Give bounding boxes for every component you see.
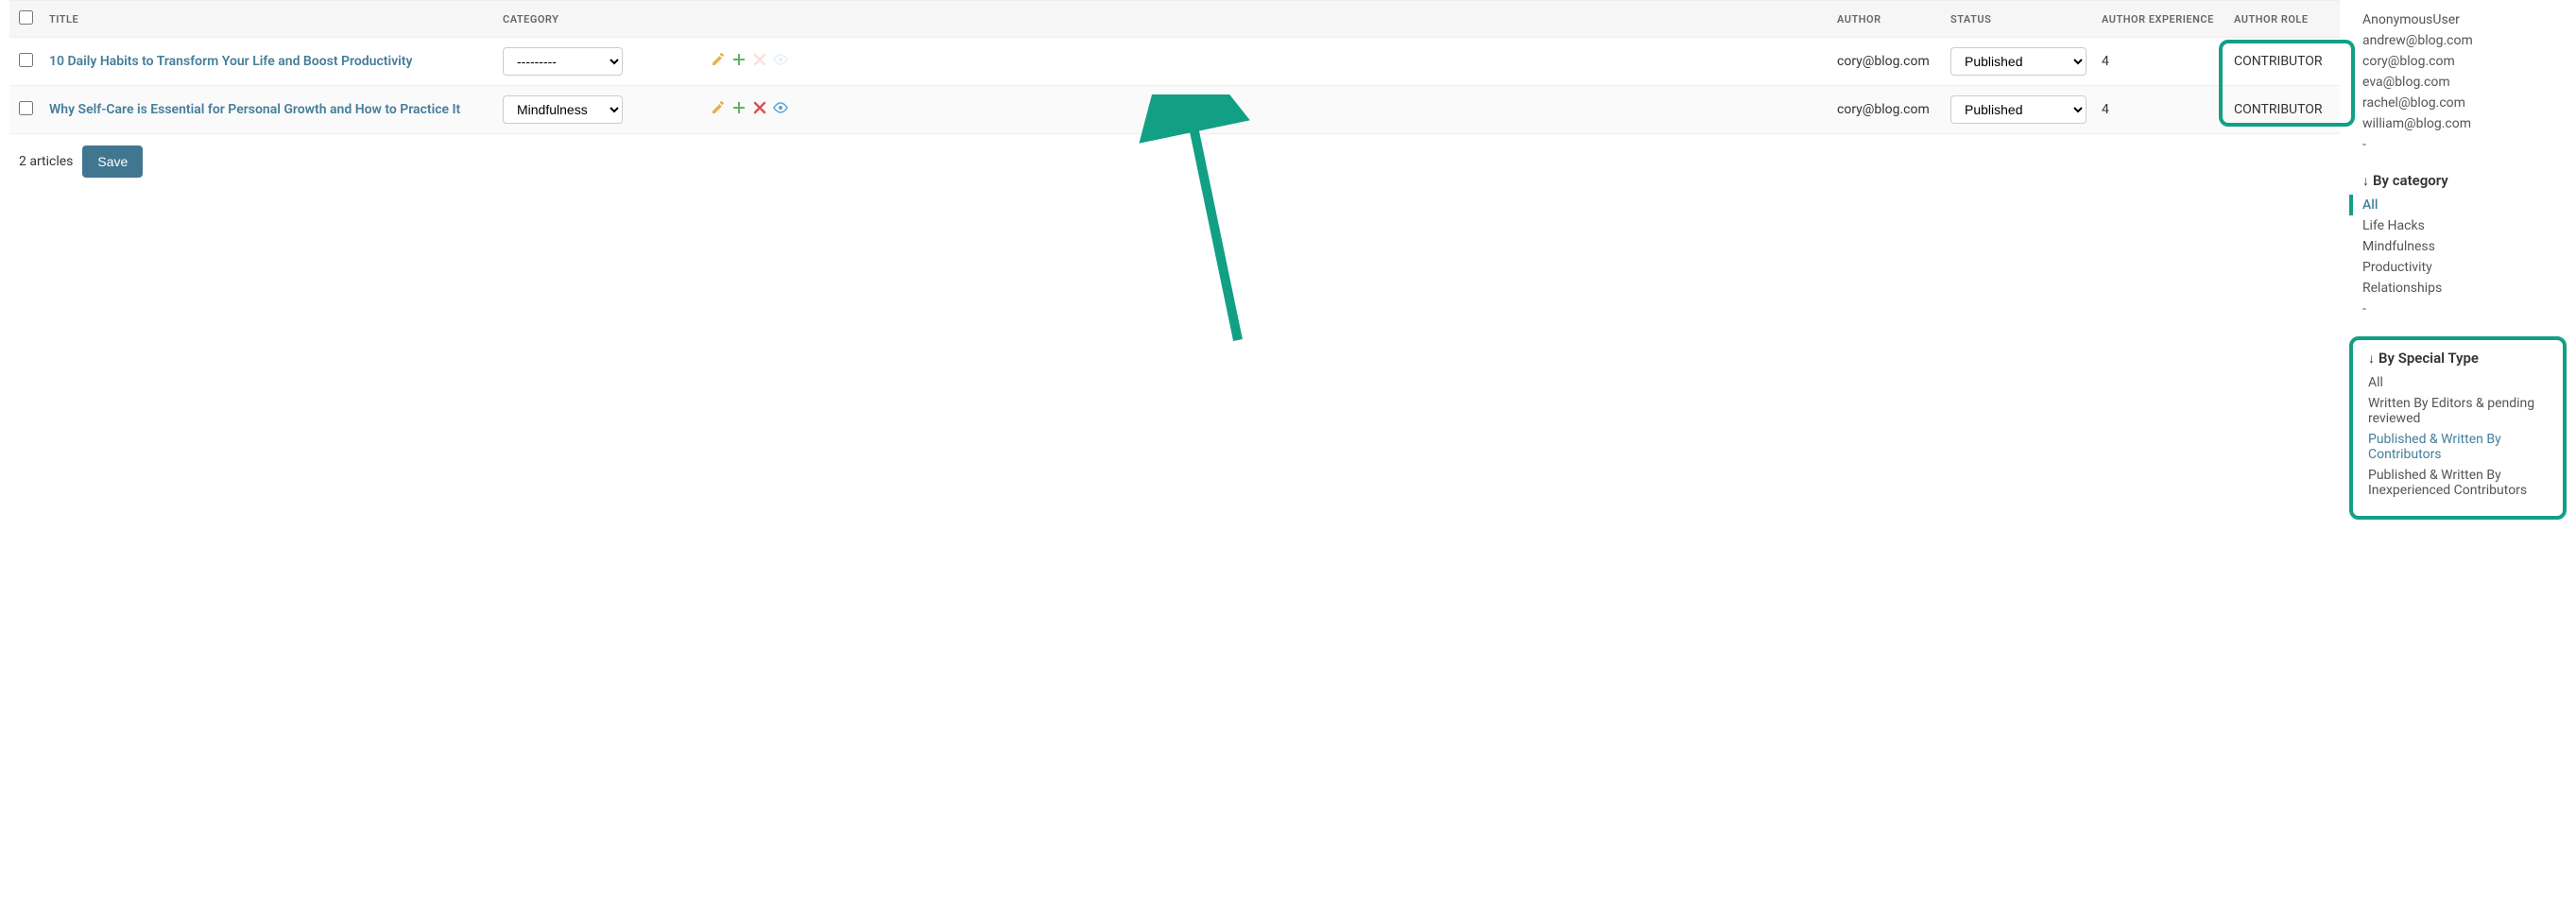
add-icon[interactable] xyxy=(731,52,747,71)
filter-special-item[interactable]: Published & Written By Contributors xyxy=(2368,429,2551,465)
role-column-highlight xyxy=(2219,40,2355,127)
filter-category-block: ↓ By category AllLife HacksMindfulnessPr… xyxy=(2349,172,2567,319)
delete-icon[interactable] xyxy=(752,100,767,119)
view-icon[interactable] xyxy=(773,100,788,119)
save-button[interactable]: Save xyxy=(82,145,143,178)
edit-icon[interactable] xyxy=(711,52,726,71)
filter-category-item[interactable]: Life Hacks xyxy=(2362,215,2567,236)
filter-category-list: AllLife HacksMindfulnessProductivityRela… xyxy=(2362,195,2567,319)
header-category[interactable]: CATEGORY xyxy=(495,1,703,38)
experience-cell: 4 xyxy=(2094,86,2226,134)
article-title-link[interactable]: 10 Daily Habits to Transform Your Life a… xyxy=(49,54,412,69)
table-header-row: TITLE CATEGORY AUTHOR STATUS AUTHOR EXPE… xyxy=(9,1,2340,38)
filter-special-item[interactable]: Written By Editors & pending reviewed xyxy=(2368,393,2551,429)
status-select[interactable]: PublishedDraftPending Review xyxy=(1950,47,2087,76)
filter-author-item[interactable]: AnonymousUser xyxy=(2362,9,2567,30)
filter-category-item[interactable]: All xyxy=(2349,195,2567,215)
filter-special-title-text: By Special Type xyxy=(2379,350,2479,367)
filter-author-item[interactable]: cory@blog.com xyxy=(2362,51,2567,72)
category-select[interactable]: ---------Life HacksMindfulnessProductivi… xyxy=(503,95,623,124)
row-actions xyxy=(711,52,788,71)
filter-category-title-text: By category xyxy=(2373,172,2448,189)
header-experience[interactable]: AUTHOR EXPERIENCE xyxy=(2094,1,2226,38)
filter-special-block: ↓ By Special Type AllWritten By Editors … xyxy=(2364,350,2551,501)
filter-category-item[interactable]: - xyxy=(2362,299,2567,319)
article-title-link[interactable]: Why Self-Care is Essential for Personal … xyxy=(49,102,460,117)
articles-table: TITLE CATEGORY AUTHOR STATUS AUTHOR EXPE… xyxy=(9,0,2340,134)
header-author[interactable]: AUTHOR xyxy=(1829,1,1943,38)
table-body: 10 Daily Habits to Transform Your Life a… xyxy=(9,38,2340,134)
author-cell: cory@blog.com xyxy=(1829,38,1943,86)
filter-author-item[interactable]: eva@blog.com xyxy=(2362,72,2567,93)
header-title[interactable]: TITLE xyxy=(42,1,495,38)
header-status[interactable]: STATUS xyxy=(1943,1,2094,38)
filter-sidebar: AnonymousUserandrew@blog.comcory@blog.co… xyxy=(2349,0,2576,529)
filter-category-item[interactable]: Relationships xyxy=(2362,278,2567,299)
row-actions xyxy=(711,100,788,119)
filter-author-item[interactable]: - xyxy=(2362,134,2567,155)
filter-category-title[interactable]: ↓ By category xyxy=(2362,172,2567,189)
table-row: Why Self-Care is Essential for Personal … xyxy=(9,86,2340,134)
filter-author-item[interactable]: rachel@blog.com xyxy=(2362,93,2567,113)
filter-author-list: AnonymousUserandrew@blog.comcory@blog.co… xyxy=(2362,9,2567,155)
select-all-checkbox[interactable] xyxy=(19,10,33,25)
status-select[interactable]: PublishedDraftPending Review xyxy=(1950,95,2087,124)
row-checkbox[interactable] xyxy=(19,101,33,115)
filter-category-item[interactable]: Productivity xyxy=(2362,257,2567,278)
chevron-down-icon: ↓ xyxy=(2362,173,2369,189)
table-row: 10 Daily Habits to Transform Your Life a… xyxy=(9,38,2340,86)
filter-special-title[interactable]: ↓ By Special Type xyxy=(2368,350,2551,367)
filter-author-block: AnonymousUserandrew@blog.comcory@blog.co… xyxy=(2349,9,2567,155)
author-cell: cory@blog.com xyxy=(1829,86,1943,134)
filter-special-item[interactable]: All xyxy=(2368,372,2551,393)
filter-special-item[interactable]: Published & Written By Inexperienced Con… xyxy=(2368,465,2551,501)
select-all-header xyxy=(9,1,42,38)
header-role[interactable]: AUTHOR ROLE xyxy=(2226,1,2340,38)
filter-special-highlight: ↓ By Special Type AllWritten By Editors … xyxy=(2349,336,2567,520)
header-actions xyxy=(703,1,1829,38)
chevron-down-icon: ↓ xyxy=(2368,351,2375,367)
filter-category-item[interactable]: Mindfulness xyxy=(2362,236,2567,257)
edit-icon[interactable] xyxy=(711,100,726,119)
experience-cell: 4 xyxy=(2094,38,2226,86)
add-icon[interactable] xyxy=(731,100,747,119)
filter-special-list: AllWritten By Editors & pending reviewed… xyxy=(2368,372,2551,501)
view-icon xyxy=(773,52,788,71)
table-footer: 2 articles Save xyxy=(9,134,2340,189)
article-count: 2 articles xyxy=(19,154,73,169)
row-checkbox[interactable] xyxy=(19,53,33,67)
filter-author-item[interactable]: william@blog.com xyxy=(2362,113,2567,134)
category-select[interactable]: ---------Life HacksMindfulnessProductivi… xyxy=(503,47,623,76)
delete-icon xyxy=(752,52,767,71)
filter-author-item[interactable]: andrew@blog.com xyxy=(2362,30,2567,51)
